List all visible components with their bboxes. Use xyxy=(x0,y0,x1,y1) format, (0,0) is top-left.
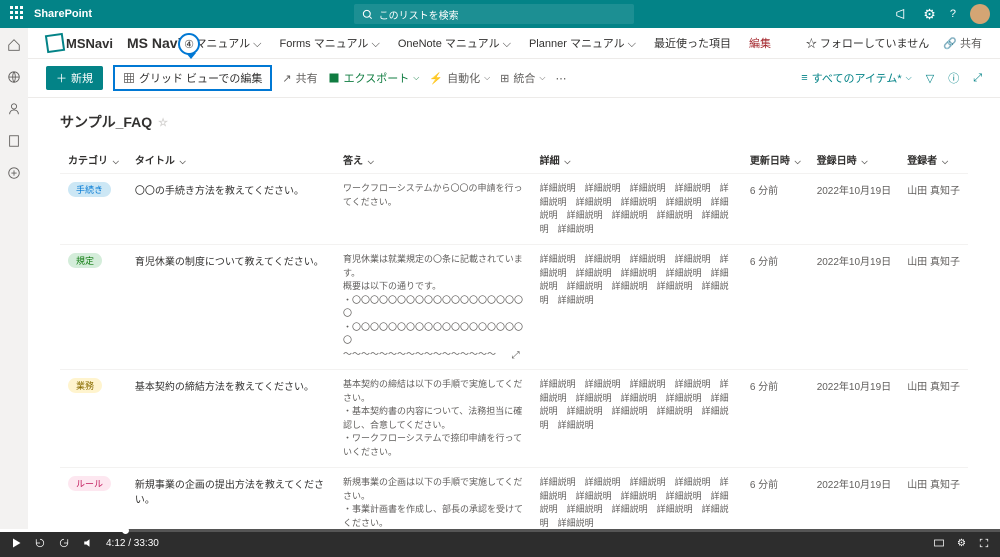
nav-item-4[interactable]: 最近使った項目 xyxy=(654,35,731,51)
grid-view-edit-button[interactable]: グリッド ビューでの編集 xyxy=(113,65,272,91)
fullscreen-icon[interactable] xyxy=(978,537,990,549)
callout-badge: ④ xyxy=(178,33,200,55)
command-bar: ＋ 新規 グリッド ビューでの編集 ↗ 共有 エクスポート ⌵ ⚡ 自動化 ⌵ … xyxy=(28,59,1000,98)
suite-brand[interactable]: SharePoint xyxy=(34,8,92,20)
list-table: カテゴリ ⌵タイトル ⌵答え ⌵詳細 ⌵更新日時 ⌵登録日時 ⌵登録者 ⌵ 手続… xyxy=(60,146,968,529)
search-box[interactable]: このリストを検索 xyxy=(354,4,634,24)
row-user: 山田 真知子 xyxy=(899,174,968,245)
grid-icon xyxy=(123,72,135,84)
help-icon[interactable]: ? xyxy=(950,8,956,20)
search-placeholder: このリストを検索 xyxy=(379,7,459,22)
row-user: 山田 真知子 xyxy=(899,468,968,530)
play-icon[interactable] xyxy=(10,537,22,549)
table-row[interactable]: ルール 新規事業の企画の提出方法を教えてください。新規事業の企画は以下の手順で実施… xyxy=(60,468,968,530)
globe-icon[interactable] xyxy=(7,70,21,84)
row-detail: 詳細説明 詳細説明 詳細説明 詳細説明 詳細説明 詳細説明 詳細説明 詳細説明 … xyxy=(532,245,742,370)
col-header[interactable]: タイトル ⌵ xyxy=(127,146,335,174)
row-title: 育児休業の制度について教えてください。 xyxy=(127,245,335,370)
site-name[interactable]: MS Navi xyxy=(127,35,181,51)
site-nav: マニュアル ⌵ Forms マニュアル ⌵ OneNote マニュアル ⌵ Plann… xyxy=(195,35,771,51)
nav-item-2[interactable]: OneNote マニュアル ⌵ xyxy=(398,35,511,51)
row-updated: 6 分前 xyxy=(742,245,809,370)
site-header: MSNavi MS Navi マニュアル ⌵ Forms マニュアル ⌵ OneNo… xyxy=(28,28,1000,59)
cc-icon[interactable] xyxy=(933,537,945,549)
row-answer: 基本契約の締結は以下の手順で実施してください。・基本契約書の内容について、法務担… xyxy=(335,370,532,468)
row-user: 山田 真知子 xyxy=(899,370,968,468)
col-header[interactable]: 登録日時 ⌵ xyxy=(809,146,900,174)
settings-icon[interactable]: ⚙ xyxy=(923,6,936,23)
row-date: 2022年10月19日 xyxy=(809,370,900,468)
home-icon[interactable] xyxy=(7,38,21,52)
row-answer: 育児休業は就業規定の〇条に記載されています。概要は以下の通りです。・〇〇〇〇〇〇… xyxy=(335,245,532,370)
filter-icon[interactable]: ▽ xyxy=(926,72,934,85)
row-detail: 詳細説明 詳細説明 詳細説明 詳細説明 詳細説明 詳細説明 詳細説明 詳細説明 … xyxy=(532,370,742,468)
search-icon xyxy=(362,9,373,20)
col-header[interactable]: 詳細 ⌵ xyxy=(532,146,742,174)
row-answer: ワークフローシステムから〇〇の申請を行ってください。 xyxy=(335,174,532,245)
new-button[interactable]: ＋ 新規 xyxy=(46,66,103,90)
follow-button[interactable]: ☆ フォローしていません xyxy=(806,35,929,51)
row-updated: 6 分前 xyxy=(742,468,809,530)
row-title: 〇〇の手続き方法を教えてください。 xyxy=(127,174,335,245)
avatar[interactable] xyxy=(970,4,990,24)
col-header[interactable]: 更新日時 ⌵ xyxy=(742,146,809,174)
col-header[interactable]: 答え ⌵ xyxy=(335,146,532,174)
integrate-button[interactable]: ⊞ 統合 ⌵ xyxy=(500,70,545,86)
volume-icon[interactable] xyxy=(82,537,94,549)
add-icon[interactable] xyxy=(7,166,21,180)
people-icon[interactable] xyxy=(7,102,21,116)
favorite-star-icon[interactable]: ☆ xyxy=(158,116,168,129)
more-button[interactable]: ⋯ xyxy=(555,72,566,85)
row-user: 山田 真知子 xyxy=(899,245,968,370)
row-title: 基本契約の締結方法を教えてください。 xyxy=(127,370,335,468)
waffle-icon[interactable] xyxy=(10,6,26,22)
col-header[interactable]: 登録者 ⌵ xyxy=(899,146,968,174)
share-site-button[interactable]: 🔗 共有 xyxy=(943,35,982,51)
excel-icon xyxy=(328,72,340,84)
row-answer: 新規事業の企画は以下の手順で実施してください。・事業計画書を作成し、部長の承認を… xyxy=(335,468,532,530)
col-header[interactable]: カテゴリ ⌵ xyxy=(60,146,127,174)
automate-button[interactable]: ⚡ 自動化 ⌵ xyxy=(429,70,490,86)
row-updated: 6 分前 xyxy=(742,370,809,468)
files-icon[interactable] xyxy=(7,134,21,148)
skip-back-icon[interactable] xyxy=(34,537,46,549)
site-logo[interactable]: MSNavi xyxy=(46,34,113,52)
expand-row-icon[interactable]: ⤢ xyxy=(512,348,520,363)
table-row[interactable]: 手続き 〇〇の手続き方法を教えてください。ワークフローシステムから〇〇の申請を行っ… xyxy=(60,174,968,245)
table-row[interactable]: 業務 基本契約の締結方法を教えてください。基本契約の締結は以下の手順で実施してくだ… xyxy=(60,370,968,468)
progress-bar[interactable] xyxy=(0,529,1000,532)
video-player-bar: 4:12 / 33:30 ⚙ xyxy=(0,529,1000,557)
row-detail: 詳細説明 詳細説明 詳細説明 詳細説明 詳細説明 詳細説明 詳細説明 詳細説明 … xyxy=(532,174,742,245)
info-icon[interactable]: ⓘ xyxy=(948,70,959,86)
category-pill: 業務 xyxy=(68,378,102,393)
nav-item-5[interactable]: 編集 xyxy=(749,35,771,51)
skip-fwd-icon[interactable] xyxy=(58,537,70,549)
megaphone-icon[interactable] xyxy=(895,7,909,21)
export-button[interactable]: エクスポート ⌵ xyxy=(328,70,420,86)
views-dropdown[interactable]: ≡ すべてのアイテム* ⌵ xyxy=(801,70,911,86)
category-pill: 規定 xyxy=(68,253,102,268)
row-date: 2022年10月19日 xyxy=(809,245,900,370)
row-detail: 詳細説明 詳細説明 詳細説明 詳細説明 詳細説明 詳細説明 詳細説明 詳細説明 … xyxy=(532,468,742,530)
list-title: サンプル_FAQ ☆ xyxy=(60,112,968,132)
table-row[interactable]: 規定 育児休業の制度について教えてください。育児休業は就業規定の〇条に記載されてい… xyxy=(60,245,968,370)
category-pill: 手続き xyxy=(68,182,111,197)
category-pill: ルール xyxy=(68,476,111,491)
row-updated: 6 分前 xyxy=(742,174,809,245)
player-settings-icon[interactable]: ⚙ xyxy=(957,538,966,549)
nav-item-1[interactable]: Forms マニュアル ⌵ xyxy=(280,35,380,51)
expand-icon[interactable]: ⤢ xyxy=(973,72,982,85)
share-button[interactable]: ↗ 共有 xyxy=(282,70,317,86)
player-time: 4:12 / 33:30 xyxy=(106,538,159,549)
row-date: 2022年10月19日 xyxy=(809,174,900,245)
nav-item-0[interactable]: マニュアル ⌵ xyxy=(195,35,261,51)
row-title: 新規事業の企画の提出方法を教えてください。 xyxy=(127,468,335,530)
row-date: 2022年10月19日 xyxy=(809,468,900,530)
nav-item-3[interactable]: Planner マニュアル ⌵ xyxy=(529,35,636,51)
suite-bar: SharePoint このリストを検索 ⚙ ? xyxy=(0,0,1000,28)
left-nav xyxy=(0,28,28,529)
